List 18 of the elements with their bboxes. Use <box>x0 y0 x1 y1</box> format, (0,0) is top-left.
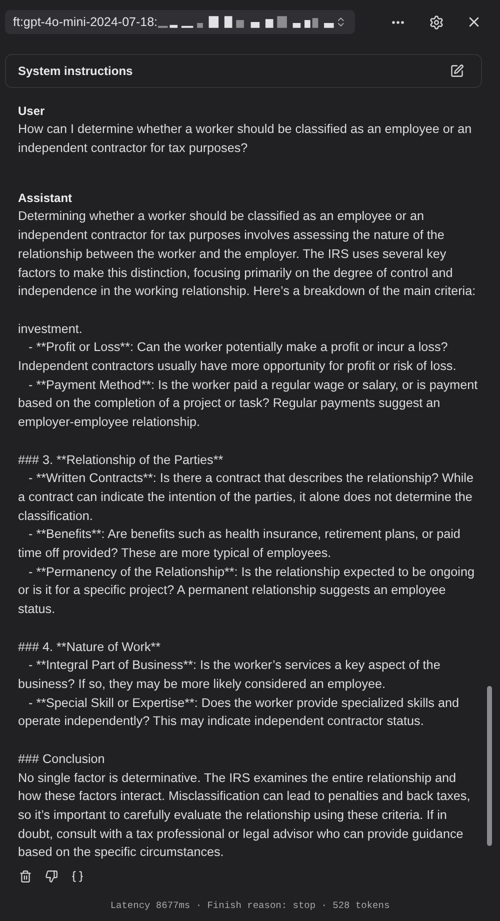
thumbs-down-button[interactable] <box>44 869 58 884</box>
trash-icon <box>18 870 32 883</box>
thumbs-down-icon <box>44 870 58 883</box>
delete-button[interactable] <box>18 869 32 884</box>
message-role: User <box>18 104 46 118</box>
braces-icon <box>70 870 84 883</box>
message-role: Assistant <box>18 191 74 206</box>
scrollbar-thumb[interactable] <box>487 686 492 846</box>
model-select[interactable]: ft:gpt-4o-mini-2024-07-18: <box>5 10 355 34</box>
system-instructions-card[interactable]: System instructions <box>5 54 482 88</box>
status-text: Latency 8677ms · Finish reason: stop · 528 tokens <box>110 900 390 911</box>
system-instructions-label: System instructions <box>18 64 133 78</box>
message-text: How can I determine whether a worker should be classified as an employee or an independent contractor for tax purposes? <box>18 121 473 157</box>
message-text: Determining whether a worker should be classified as an employee or an independent contractor for tax purposes involves assessing the nature of the relationship between the worker and the employer. The IRS uses several key factors to make this distinction, focusing primarily on the degree of control and independence in the working relationship. Here’s a breakdown of the main criteria: investment. - **Profit or Loss**: Can the worker potentially make a profit or incur a loss? Independent contractors usually have more opportunity for profit or risk of loss. - **Payment Method**: Is the worker paid a regular wage or salary, or is payment based on the completion of a project or task? Regular payments suggest an employer-employee relationship. ### 3. **Relationship of the Parties** - **Written Contracts**: Is there a contract that describes the relationship? While a contract can indicate the intention of the parties, it alone does not determine the classification. - **Benefits**: Are benefits such as health insurance, retirement plans, or paid time off provided? These are more typical of employees. - **Permanency of the Relationship**: Is the relationship expected to be ongoing or is it for a specific project? A permanent relationship suggests an employee status. ### 4. **Nature of Work** - **Integral Part of Business**: Is the worker’s services a key aspect of the business? If so, they may be more likely considered an employee. - **Special Skill or Expertise**: Does the worker provide specialized skills and operate independently? This may indicate independent contractor status. ### Conclusion No single factor is determinative. The IRS examines the entire relationship and how these factors interact. Misclassification can lead to penalties and back taxes, so it’s important to carefully evaluate the relationship using these criteria. If in doubt, consult with a tax professional or legal advisor who can provide guidance based on the specific circumstances. <box>18 208 479 862</box>
edit-icon <box>450 64 464 78</box>
settings-icon <box>428 14 444 30</box>
more-icon <box>392 20 404 24</box>
braces-button[interactable] <box>70 869 84 884</box>
